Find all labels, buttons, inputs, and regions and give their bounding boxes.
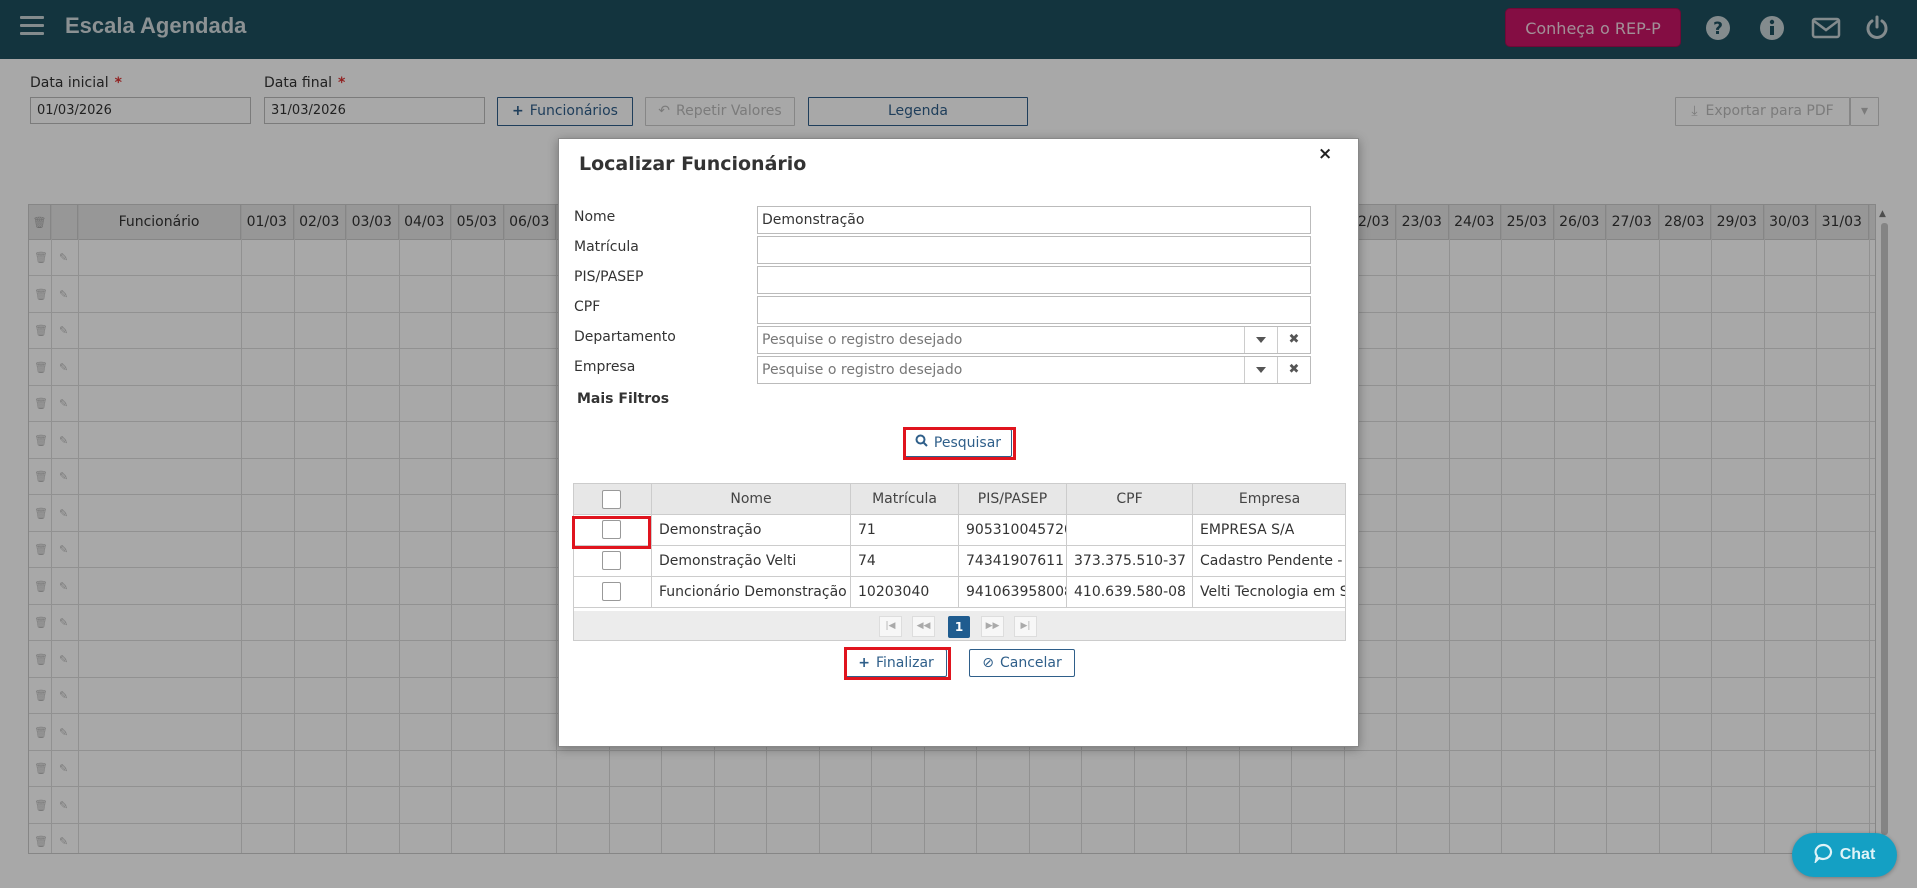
row-checkbox[interactable] — [602, 582, 621, 601]
results-table: Nome Matrícula PIS/PASEP CPF Empresa Dem… — [573, 483, 1346, 641]
chat-bubble-icon — [1813, 843, 1834, 868]
more-filters-toggle[interactable]: Mais Filtros — [577, 391, 669, 407]
nome-label: Nome — [574, 209, 616, 225]
close-icon[interactable]: × — [1318, 144, 1332, 164]
chat-button[interactable]: Chat — [1792, 833, 1897, 877]
prev-page-button[interactable]: ◀◀ — [912, 616, 935, 637]
row-checkbox[interactable] — [602, 551, 621, 570]
cell-empresa: EMPRESA S/A — [1193, 515, 1345, 546]
cell-pis: 74341907611 — [959, 546, 1067, 577]
cell-matricula: 71 — [851, 515, 959, 546]
cell-empresa: Velti Tecnologia em S — [1193, 577, 1345, 608]
cell-cpf: 373.375.510-37 — [1067, 546, 1193, 577]
chevron-down-icon[interactable] — [1244, 357, 1277, 383]
cell-nome: Funcionário Demonstração — [652, 577, 851, 608]
col-cpf[interactable]: CPF — [1067, 484, 1193, 515]
cell-cpf: 410.639.580-08 — [1067, 577, 1193, 608]
cpf-label: CPF — [574, 299, 601, 315]
cpf-input[interactable] — [757, 296, 1311, 324]
cancel-icon: ⊘ — [982, 655, 994, 671]
next-page-button[interactable]: ▶▶ — [981, 616, 1004, 637]
col-pis[interactable]: PIS/PASEP — [959, 484, 1067, 515]
cell-cpf — [1067, 515, 1193, 546]
cell-pis: 941063958008 — [959, 577, 1067, 608]
clear-icon[interactable]: ✖ — [1277, 357, 1310, 383]
find-employee-dialog: Localizar Funcionário × Nome Demonstraçã… — [558, 138, 1359, 747]
clear-icon[interactable]: ✖ — [1277, 327, 1310, 353]
pis-label: PIS/PASEP — [574, 269, 644, 285]
departamento-placeholder: Pesquise o registro desejado — [762, 332, 963, 348]
cell-empresa: Cadastro Pendente - — [1193, 546, 1345, 577]
nome-input[interactable]: Demonstração — [757, 206, 1311, 234]
col-nome[interactable]: Nome — [652, 484, 851, 515]
col-matricula[interactable]: Matrícula — [851, 484, 959, 515]
empresa-label: Empresa — [574, 359, 636, 375]
matricula-label: Matrícula — [574, 239, 639, 255]
cell-matricula: 74 — [851, 546, 959, 577]
departamento-select[interactable]: Pesquise o registro desejado ✖ — [757, 326, 1311, 354]
pis-input[interactable] — [757, 266, 1311, 294]
highlight-finalize — [844, 647, 951, 680]
select-all-checkbox[interactable] — [602, 490, 621, 509]
current-page[interactable]: 1 — [948, 616, 970, 638]
cell-pis: 905310045720 — [959, 515, 1067, 546]
matricula-input[interactable] — [757, 236, 1311, 264]
cell-nome: Demonstração — [652, 515, 851, 546]
pagination: |◀ ◀◀ 1 ▶▶ ▶| — [574, 611, 1345, 640]
first-page-button[interactable]: |◀ — [879, 616, 902, 637]
select-all-header — [574, 484, 652, 515]
cancel-button[interactable]: ⊘ Cancelar — [969, 649, 1075, 677]
highlight-search — [903, 427, 1016, 460]
col-empresa[interactable]: Empresa — [1193, 484, 1345, 515]
chevron-down-icon[interactable] — [1244, 327, 1277, 353]
last-page-button[interactable]: ▶| — [1014, 616, 1037, 637]
empresa-placeholder: Pesquise o registro desejado — [762, 362, 963, 378]
departamento-label: Departamento — [574, 329, 676, 345]
cell-matricula: 10203040 — [851, 577, 959, 608]
empresa-select[interactable]: Pesquise o registro desejado ✖ — [757, 356, 1311, 384]
cell-nome: Demonstração Velti — [652, 546, 851, 577]
highlight-row-checkbox — [572, 516, 651, 549]
dialog-title: Localizar Funcionário — [579, 153, 807, 175]
